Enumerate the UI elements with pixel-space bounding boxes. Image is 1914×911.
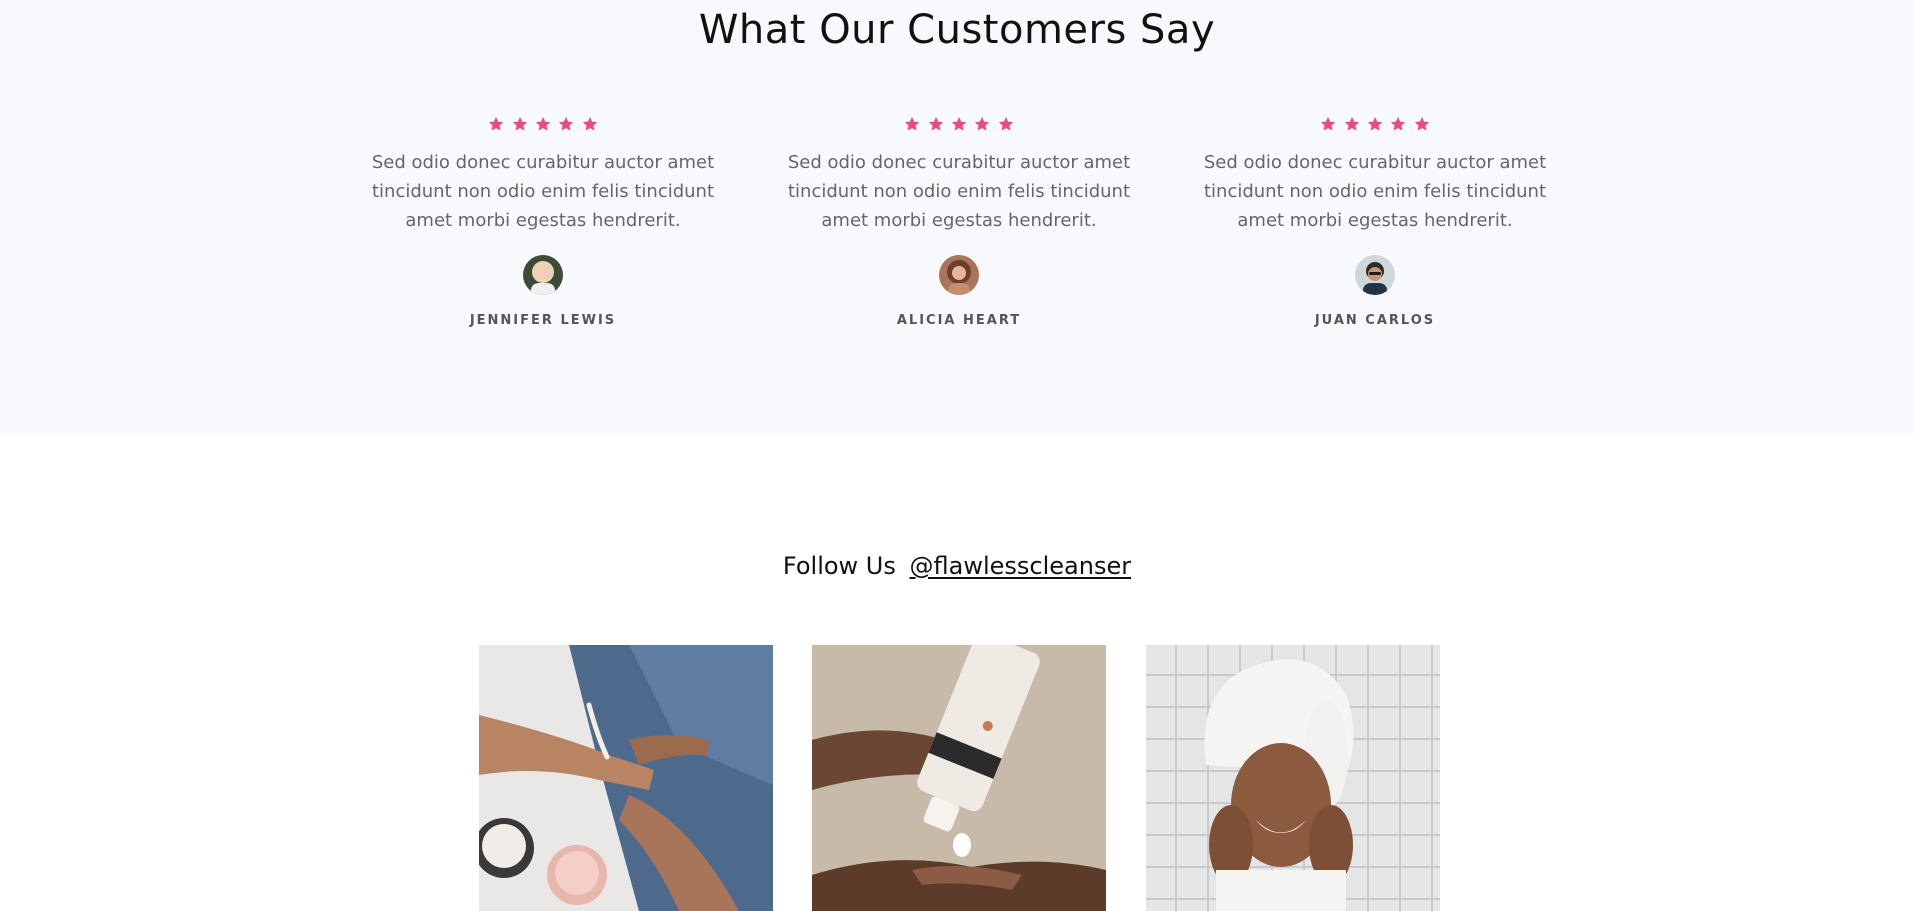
gallery-image[interactable] [1146,645,1440,911]
gallery-image[interactable] [812,645,1106,911]
testimonials-section: What Our Customers Say Sed odio donec cu… [0,0,1914,433]
star-icon [1344,116,1359,131]
star-icon [951,116,967,131]
applying-lotion-on-arm-photo [479,645,773,911]
star-icon [928,116,943,131]
star-icon [1391,116,1406,131]
avatar [523,255,563,295]
woman-portrait-icon [523,255,563,295]
reviewer-name: JUAN CARLOS [1314,313,1436,328]
star-icon [975,116,990,131]
star-icon [535,116,551,131]
star-icon [489,116,504,131]
gallery-image[interactable] [479,645,773,911]
woman-portrait-icon [939,255,979,295]
star-icon [559,116,574,131]
star-icon [1367,116,1383,131]
star-rating [769,110,1149,134]
follow-us-heading: Follow Us @flawlesscleanser [0,552,1914,580]
star-icon [905,116,920,131]
reviewer-name: JENNIFER LEWIS [469,313,617,328]
star-icon [998,116,1013,131]
avatar [1355,255,1395,295]
star-rating [353,110,733,134]
reviewer-name: ALICIA HEART [896,313,1022,328]
review-text: Sed odio donec curabitur auctor amet tin… [787,152,1131,231]
avatar [939,255,979,295]
review-text: Sed odio donec curabitur auctor amet tin… [371,152,715,231]
instagram-handle-link[interactable]: @flawlesscleanser [910,552,1132,580]
review-text: Sed odio donec curabitur auctor amet tin… [1203,152,1547,231]
smiling-woman-towel-photo [1146,645,1440,911]
star-rating [1185,110,1565,134]
section-title: What Our Customers Say [698,7,1216,53]
star-icon [512,116,527,131]
review-card: Sed odio donec curabitur auctor amet tin… [353,110,733,328]
star-icon [582,116,597,131]
star-icon [1414,116,1429,131]
star-icon [1321,116,1336,131]
cleanser-tube-squeeze-photo [812,645,1106,911]
review-card: Sed odio donec curabitur auctor amet tin… [1185,110,1565,328]
man-portrait-icon [1355,255,1395,295]
follow-label: Follow Us [782,552,896,580]
review-card: Sed odio donec curabitur auctor amet tin… [769,110,1149,328]
